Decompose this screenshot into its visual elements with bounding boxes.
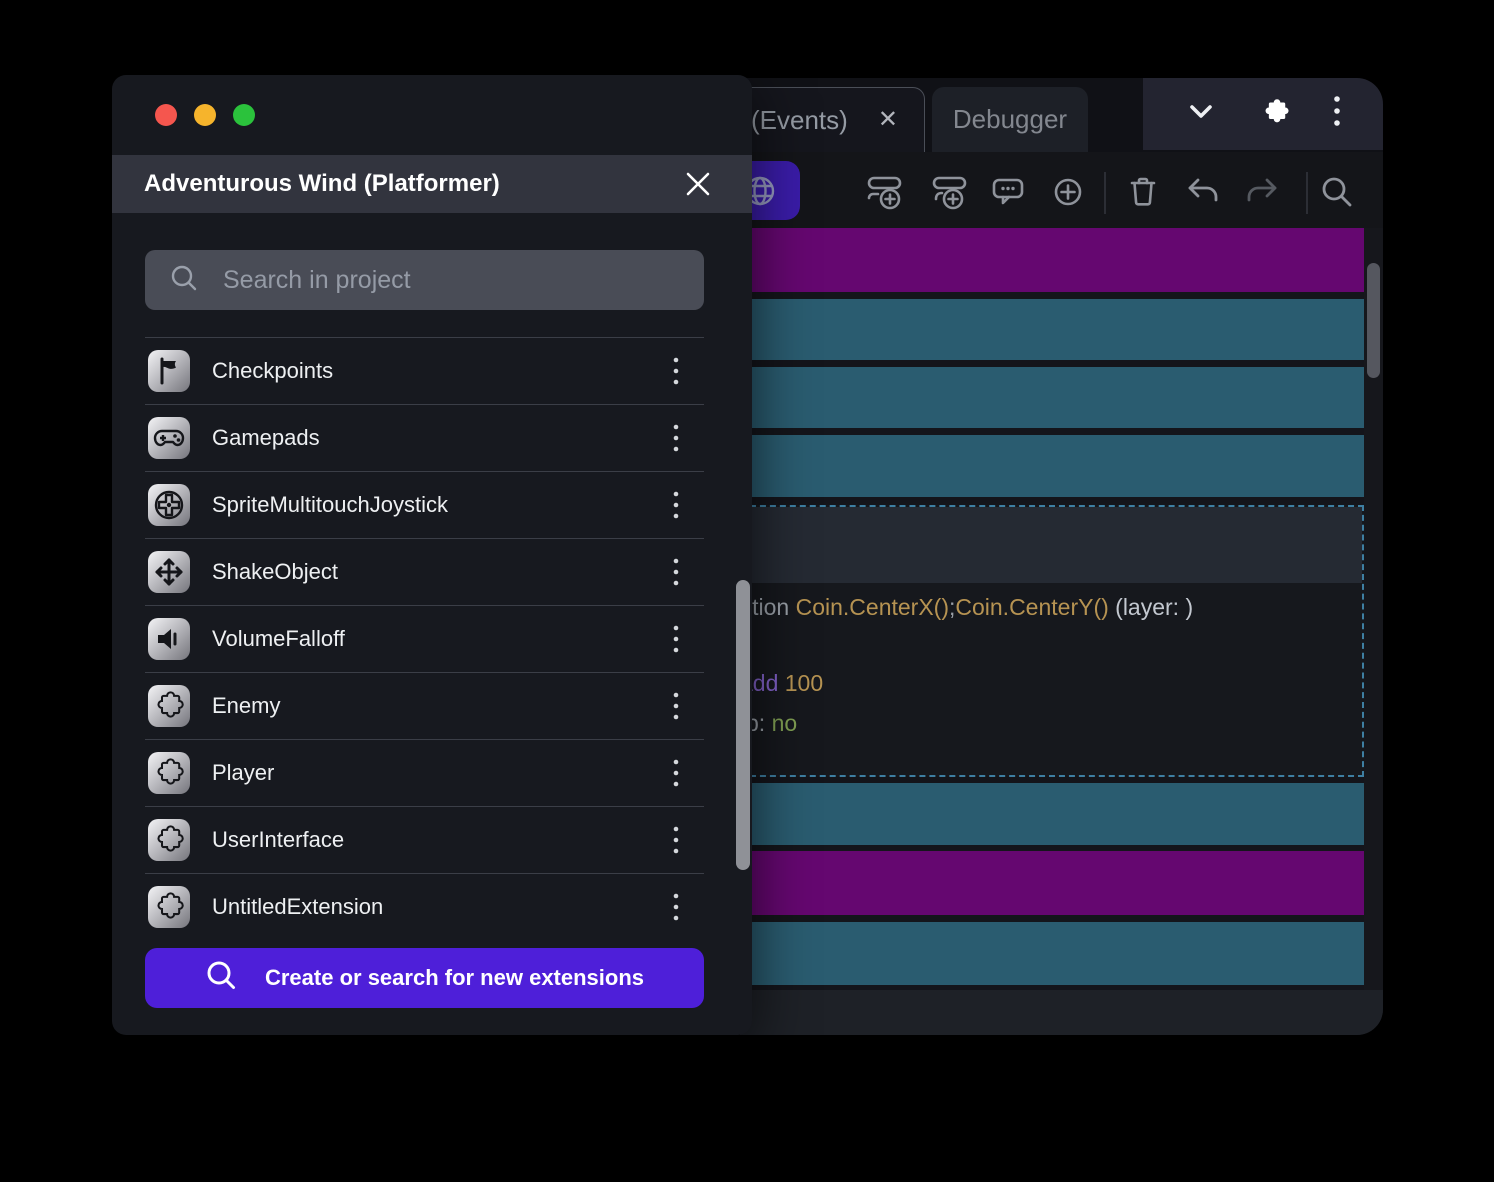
add-comment-button[interactable] [986, 170, 1030, 214]
list-item-spritemultitouchjoystick[interactable]: SpriteMultitouchJoystick [145, 471, 704, 538]
item-options-kebab-icon[interactable] [664, 757, 688, 789]
item-options-kebab-icon[interactable] [664, 623, 688, 655]
list-item-player[interactable]: Player [145, 739, 704, 806]
tab-debugger[interactable]: Debugger [932, 87, 1088, 152]
tab-bar: (Events) ✕ Debugger [740, 78, 1383, 152]
add-subevent-button[interactable] [928, 170, 972, 214]
search-box [145, 250, 704, 310]
list-item-enemy[interactable]: Enemy [145, 672, 704, 739]
puzzle-icon [148, 886, 190, 928]
toolbar-separator [1104, 172, 1106, 214]
list-item-gamepads[interactable]: Gamepads [145, 404, 704, 471]
puzzle-icon [148, 819, 190, 861]
flag-icon [148, 350, 190, 392]
dialog-title: Adventurous Wind (Platformer) [144, 170, 500, 197]
item-options-kebab-icon[interactable] [664, 824, 688, 856]
close-dialog-icon[interactable] [684, 170, 712, 198]
events-sheet-footer [740, 990, 1383, 1035]
event-row-teal[interactable] [740, 435, 1364, 497]
list-item-label: ShakeObject [212, 559, 338, 584]
list-item-label: UntitledExtension [212, 894, 384, 919]
project-elements-dialog: Adventurous Wind (Platformer) Checkpoint… [112, 75, 752, 1035]
event-row-purple[interactable] [740, 851, 1364, 915]
tab-events[interactable]: (Events) ✕ [740, 87, 925, 152]
event-row-purple[interactable] [740, 228, 1364, 292]
toolbar-separator [1306, 172, 1308, 214]
list-item-label: UserInterface [212, 827, 345, 852]
window-controls [155, 104, 255, 126]
joystick-icon [148, 484, 190, 526]
item-options-kebab-icon[interactable] [664, 556, 688, 588]
event-action-text: p: no [746, 710, 798, 736]
event-action-text: add 100 [740, 670, 824, 696]
tab-events-label: (Events) [751, 104, 848, 135]
puzzle-icon [148, 752, 190, 794]
speaker-icon [148, 618, 190, 660]
dialog-scrollbar-thumb[interactable] [736, 580, 750, 870]
search-events-button[interactable] [1315, 170, 1359, 214]
search-icon [205, 959, 237, 997]
list-item-label: SpriteMultitouchJoystick [212, 492, 448, 517]
gamepad-icon [148, 417, 190, 459]
item-options-kebab-icon[interactable] [664, 355, 688, 387]
list-item-label: VolumeFalloff [212, 626, 345, 651]
create-extension-button[interactable]: Create or search for new extensions [145, 948, 704, 1008]
item-options-kebab-icon[interactable] [664, 489, 688, 521]
tab-debugger-label: Debugger [952, 104, 1068, 134]
close-window-button[interactable] [155, 104, 177, 126]
dialog-header: Adventurous Wind (Platformer) [112, 155, 752, 213]
kebab-menu-icon[interactable] [1332, 94, 1342, 135]
extensions-puzzle-icon[interactable] [1259, 96, 1291, 133]
add-event-button[interactable] [863, 170, 907, 214]
list-item-label: Gamepads [212, 425, 320, 450]
extensions-list: Checkpoints Gamepads SpriteMultitouchJoy… [145, 337, 704, 940]
list-item-label: Player [212, 760, 275, 785]
events-scrollbar-thumb[interactable] [1367, 263, 1380, 378]
event-row-teal[interactable] [740, 783, 1364, 845]
chevron-down-icon[interactable] [1184, 95, 1218, 134]
list-item-checkpoints[interactable]: Checkpoints [145, 337, 704, 404]
events-toolbar [740, 152, 1383, 228]
item-options-kebab-icon[interactable] [664, 422, 688, 454]
add-circle-button[interactable] [1046, 170, 1090, 214]
list-item-shakeobject[interactable]: ShakeObject [145, 538, 704, 605]
undo-button[interactable] [1181, 170, 1225, 214]
redo-button[interactable] [1240, 170, 1284, 214]
search-icon [169, 263, 199, 298]
event-row-teal[interactable] [740, 299, 1364, 360]
tab-close-icon[interactable]: ✕ [878, 108, 898, 132]
minimize-window-button[interactable] [194, 104, 216, 126]
event-row-teal[interactable] [740, 922, 1364, 985]
list-item-volumefalloff[interactable]: VolumeFalloff [145, 605, 704, 672]
list-item-userinterface[interactable]: UserInterface [145, 806, 704, 873]
event-rows: ition Coin.CenterX();Coin.CenterY() (lay… [740, 228, 1364, 985]
item-options-kebab-icon[interactable] [664, 690, 688, 722]
window-actions-bar [1143, 78, 1383, 150]
item-options-kebab-icon[interactable] [664, 891, 688, 923]
events-sheet: ition Coin.CenterX();Coin.CenterY() (lay… [740, 228, 1383, 1035]
puzzle-icon [148, 685, 190, 727]
list-item-label: Checkpoints [212, 358, 334, 383]
delete-button[interactable] [1121, 170, 1165, 214]
move-arrows-icon [148, 551, 190, 593]
list-item-label: Enemy [212, 693, 281, 718]
event-row-selected[interactable]: ition Coin.CenterX();Coin.CenterY() (lay… [740, 505, 1364, 777]
create-extension-button-label: Create or search for new extensions [264, 965, 645, 990]
event-row-teal[interactable] [740, 367, 1364, 428]
events-editor-window: (Events) ✕ Debugger ition Coin.CenterX()… [740, 78, 1383, 1035]
event-conditions-area[interactable] [742, 507, 1362, 583]
search-input[interactable] [221, 264, 704, 296]
zoom-window-button[interactable] [233, 104, 255, 126]
list-item-untitledextension[interactable]: UntitledExtension [145, 873, 704, 940]
event-action-text: ition Coin.CenterX();Coin.CenterY() (lay… [747, 594, 1194, 620]
